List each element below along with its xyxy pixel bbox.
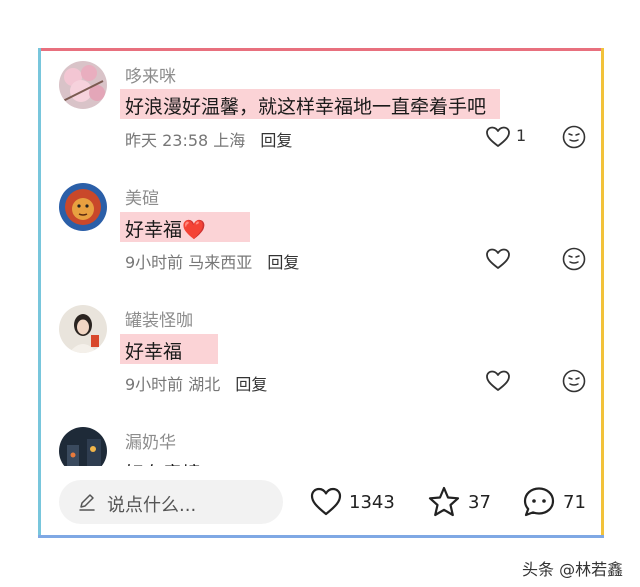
comment-meta: 9小时前 马来西亚 回复	[125, 249, 299, 273]
comment-meta: 昨天 23:58 上海 回复	[125, 127, 292, 151]
comment-text: 好幸福	[125, 341, 183, 363]
username[interactable]: 罐装怪咖	[125, 306, 193, 331]
reply-button[interactable]: 回复	[260, 131, 292, 150]
comment-text-body: 好幸福	[125, 219, 183, 241]
comment-text: 好浪漫好温馨，就这样幸福地一直牵着手吧	[125, 96, 487, 118]
username[interactable]: 漏奶华	[125, 428, 176, 453]
bottom-action-bar: 说点什么... 1343 37 71	[38, 466, 604, 538]
comment-bubble-icon[interactable]	[522, 485, 556, 519]
red-heart-emoji: ❤️	[182, 219, 206, 241]
like-heart-icon[interactable]	[485, 369, 511, 393]
avatar[interactable]	[59, 183, 107, 231]
comment-location: 上海	[213, 131, 246, 150]
comment-count: 71	[563, 492, 586, 513]
comment-meta: 9小时前 湖北 回复	[125, 371, 267, 395]
bottom-border	[38, 535, 604, 538]
comment-time: 9小时前	[125, 375, 184, 394]
left-border	[38, 48, 41, 538]
like-heart-icon[interactable]	[485, 125, 511, 149]
emoji-face-icon[interactable]	[562, 369, 586, 393]
watermark: 头条 @林若鑫	[522, 560, 624, 579]
comment-item: 美碹 好幸福❤️ 9小时前 马来西亚 回复	[38, 170, 604, 290]
star-favorite-icon[interactable]	[427, 485, 461, 519]
like-heart-icon[interactable]	[309, 485, 343, 519]
like-count: 1343	[349, 492, 395, 513]
comment-location: 湖北	[188, 375, 221, 394]
username[interactable]: 美碹	[125, 184, 159, 209]
comment-time: 9小时前	[125, 253, 184, 272]
comment-location: 马来西亚	[188, 253, 253, 272]
like-count: 1	[516, 126, 527, 145]
emoji-face-icon[interactable]	[562, 125, 586, 149]
reply-button[interactable]: 回复	[267, 253, 299, 272]
avatar[interactable]	[59, 305, 107, 353]
right-border	[601, 48, 604, 538]
comment-text: 好幸福❤️	[125, 215, 206, 242]
comment-time: 昨天 23:58	[125, 131, 209, 150]
avatar[interactable]	[59, 61, 107, 109]
like-heart-icon[interactable]	[485, 247, 511, 271]
star-count: 37	[468, 492, 491, 513]
comment-item: 罐装怪咖 好幸福 9小时前 湖北 回复	[38, 292, 604, 412]
comment-panel: 哆来咪 好浪漫好温馨，就这样幸福地一直牵着手吧 昨天 23:58 上海 回复 1	[38, 48, 604, 538]
emoji-face-icon[interactable]	[562, 247, 586, 271]
top-border	[38, 48, 604, 51]
pencil-icon	[79, 494, 95, 511]
comment-input[interactable]: 说点什么...	[59, 480, 283, 524]
username[interactable]: 哆来咪	[125, 62, 176, 87]
reply-button[interactable]: 回复	[235, 375, 267, 394]
comment-input-placeholder: 说点什么...	[107, 495, 197, 516]
comment-item: 哆来咪 好浪漫好温馨，就这样幸福地一直牵着手吧 昨天 23:58 上海 回复 1	[38, 48, 604, 168]
